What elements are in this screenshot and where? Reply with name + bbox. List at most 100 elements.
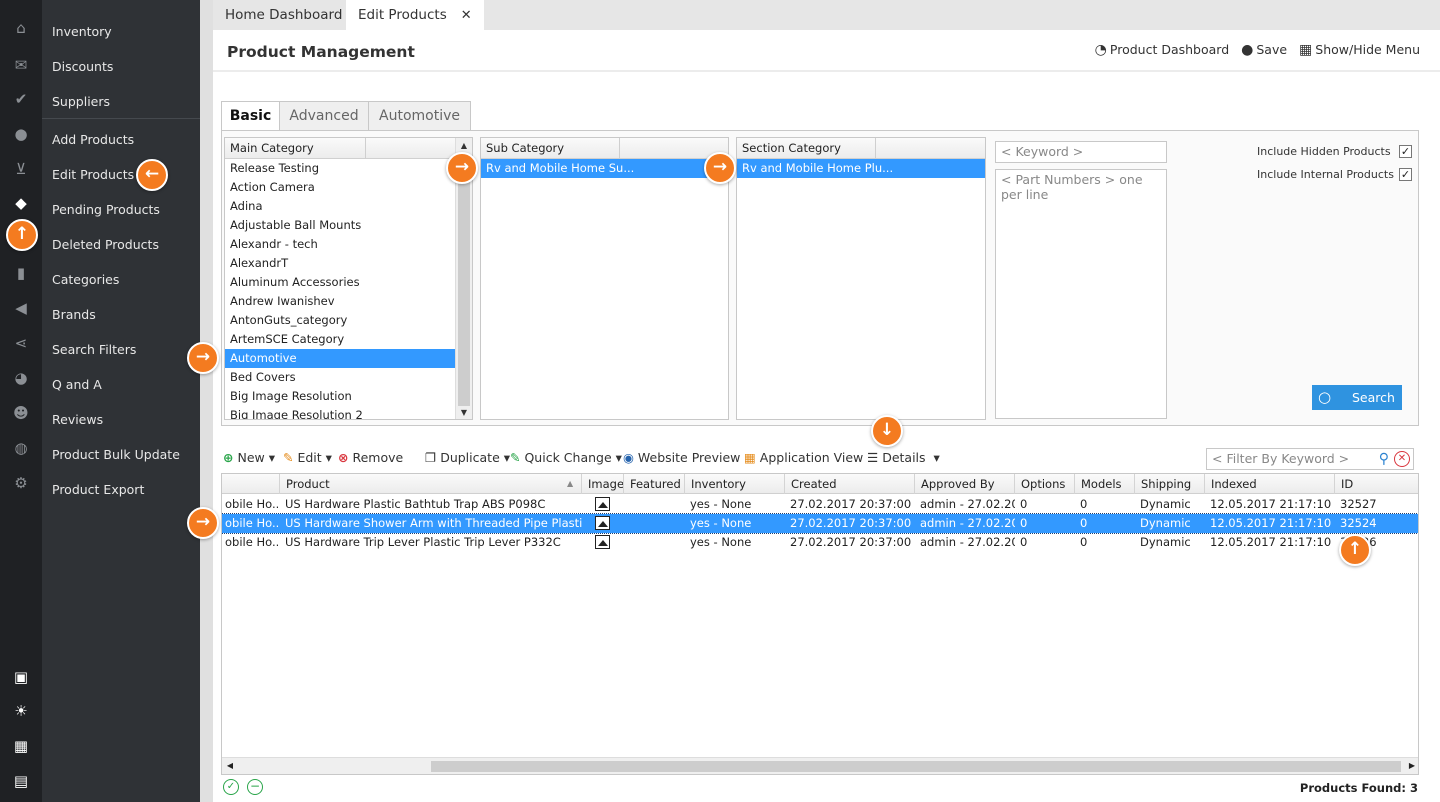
column-header[interactable]: Image — [582, 474, 624, 494]
megaphone-icon[interactable]: ◀ — [11, 298, 31, 318]
list-item[interactable]: Big Image Resolution — [225, 387, 456, 406]
list-item[interactable]: Adina — [225, 197, 456, 216]
calculator-icon[interactable]: ▦ — [11, 736, 31, 756]
list-item[interactable]: Action Camera — [225, 178, 456, 197]
sub-category-list[interactable]: Sub Category Rv and Mobile Home Su... — [480, 137, 729, 420]
sidebar-item-product-export[interactable]: Product Export — [42, 472, 200, 507]
sidebar-item-reviews[interactable]: Reviews — [42, 402, 200, 437]
scroll-right-icon[interactable]: ▶ — [1404, 758, 1418, 774]
clear-icon[interactable]: ✕ — [1394, 451, 1410, 467]
scroll-down-icon[interactable]: ▼ — [456, 405, 472, 419]
list-item[interactable]: Rv and Mobile Home Plu... — [737, 159, 985, 178]
new-button[interactable]: ⊕ New ▾ — [223, 448, 275, 468]
checklist-icon[interactable]: ✔ — [11, 89, 31, 109]
close-icon[interactable]: ✕ — [461, 8, 472, 23]
list-item[interactable]: Rv and Mobile Home Su... — [481, 159, 728, 178]
sidebar-item-brands[interactable]: Brands — [42, 297, 200, 332]
table-row[interactable]: obile Ho... US Hardware Plastic Bathtub T… — [222, 495, 1418, 514]
save-button[interactable]: Save — [1256, 42, 1287, 57]
application-view-button[interactable]: ▦ Application View — [744, 448, 863, 468]
column-header[interactable]: Created — [785, 474, 915, 494]
part-numbers-input[interactable]: < Part Numbers > one per line — [995, 169, 1167, 419]
column-header[interactable]: Options — [1015, 474, 1075, 494]
user-icon[interactable]: ● — [11, 124, 31, 144]
users-icon[interactable]: ☻ — [11, 403, 31, 423]
list-item[interactable]: AntonGuts_category — [225, 311, 456, 330]
column-header[interactable]: Indexed — [1205, 474, 1335, 494]
calendar-icon[interactable]: ▤ — [11, 771, 31, 791]
column-header[interactable]: Models — [1075, 474, 1135, 494]
sidebar-item-discounts[interactable]: Discounts — [42, 49, 200, 84]
duplicate-button[interactable]: ❐ Duplicate ▾ — [425, 448, 510, 468]
check-icon[interactable]: ✓ — [1399, 168, 1412, 181]
list-item[interactable]: Aluminum Accessories — [225, 273, 456, 292]
column-header[interactable]: Inventory — [685, 474, 785, 494]
image-icon[interactable] — [595, 497, 610, 511]
website-preview-button[interactable]: ◉ Website Preview — [623, 448, 740, 468]
search-icon[interactable]: ⚲ — [1379, 449, 1389, 469]
column-header[interactable]: Featured — [624, 474, 685, 494]
column-header[interactable]: ID — [1335, 474, 1418, 494]
list-item[interactable]: AlexandrT — [225, 254, 456, 273]
section-category-list[interactable]: Section Category Rv and Mobile Home Plu.… — [736, 137, 986, 420]
mail-icon[interactable]: ✉ — [11, 55, 31, 75]
scroll-thumb[interactable] — [458, 156, 470, 406]
lightbulb-icon[interactable]: ☀ — [11, 701, 31, 721]
product-dashboard-link[interactable]: Product Dashboard — [1110, 42, 1229, 57]
minus-circle-icon[interactable]: − — [247, 779, 263, 795]
include-internal-checkbox[interactable]: Include Internal Products ✓ — [1257, 168, 1412, 181]
edit-button[interactable]: ✎ Edit ▾ — [283, 448, 332, 468]
column-header[interactable]: Product — [280, 474, 582, 494]
list-item[interactable]: ArtemSCE Category — [225, 330, 456, 349]
keyword-input[interactable]: < Keyword > — [995, 141, 1167, 163]
details-button[interactable]: ☰ Details ▾ — [867, 448, 940, 468]
list-item[interactable]: Bed Covers — [225, 368, 456, 387]
remove-button[interactable]: ⊗ Remove — [338, 448, 403, 468]
tab-edit-products[interactable]: Edit Products ✕ — [346, 0, 484, 30]
sidebar-item-deleted-products[interactable]: Deleted Products — [42, 227, 200, 262]
tag-icon[interactable]: ◆ — [11, 193, 31, 213]
table-row[interactable]: obile Ho... US Hardware Shower Arm with T… — [222, 513, 1418, 534]
sidebar-item-add-products[interactable]: Add Products — [42, 122, 200, 157]
sidebar-item-categories[interactable]: Categories — [42, 262, 200, 297]
image-icon[interactable] — [595, 535, 610, 549]
include-hidden-checkbox[interactable]: Include Hidden Products ✓ — [1257, 145, 1412, 158]
tab-basic[interactable]: Basic — [221, 101, 280, 131]
search-button[interactable]: ○ Search — [1312, 385, 1402, 410]
layout-icon[interactable]: ▣ — [11, 667, 31, 687]
cart-icon[interactable]: ⊻ — [11, 159, 31, 179]
list-item[interactable]: Adjustable Ball Mounts — [225, 216, 456, 235]
check-circle-icon[interactable]: ✓ — [223, 779, 239, 795]
show-hide-menu-button[interactable]: Show/Hide Menu — [1315, 42, 1420, 57]
pie-icon[interactable]: ◕ — [11, 368, 31, 388]
column-header[interactable]: Shipping — [1135, 474, 1205, 494]
column-header[interactable]: Approved By — [915, 474, 1015, 494]
tab-advanced[interactable]: Advanced — [279, 101, 369, 131]
horizontal-scrollbar[interactable]: ◀ ▶ — [222, 757, 1418, 774]
sidebar-item-q-and-a[interactable]: Q and A — [42, 367, 200, 402]
home-icon[interactable]: ⌂ — [11, 18, 31, 38]
quick-change-button[interactable]: ✎ Quick Change ▾ — [510, 448, 622, 468]
table-row[interactable]: obile Ho... US Hardware Trip Lever Plasti… — [222, 533, 1418, 552]
sidebar-item-product-bulk-update[interactable]: Product Bulk Update — [42, 437, 200, 472]
share-icon[interactable]: ⋖ — [11, 333, 31, 353]
sidebar-item-pending-products[interactable]: Pending Products — [42, 192, 200, 227]
column-header[interactable] — [222, 474, 280, 494]
scroll-left-icon[interactable]: ◀ — [222, 758, 238, 774]
list-item[interactable]: Alexandr - tech — [225, 235, 456, 254]
image-icon[interactable] — [595, 516, 610, 530]
chart-icon[interactable]: ▮ — [11, 263, 31, 283]
check-icon[interactable]: ✓ — [1399, 145, 1412, 158]
settings-icon[interactable]: ⚙ — [11, 473, 31, 493]
list-item[interactable]: Automotive — [225, 349, 456, 368]
sidebar-item-edit-products[interactable]: Edit Products — [42, 157, 200, 192]
list-item[interactable]: Big Image Resolution 2 — [225, 406, 456, 419]
globe-icon[interactable]: ◍ — [11, 438, 31, 458]
tab-home-dashboard[interactable]: Home Dashboard — [213, 0, 354, 30]
scroll-thumb[interactable] — [431, 761, 1401, 772]
main-category-list[interactable]: Main Category Release Testing Action Came… — [224, 137, 473, 420]
tab-automotive[interactable]: Automotive — [368, 101, 471, 131]
sidebar-item-suppliers[interactable]: Suppliers — [42, 84, 200, 119]
filter-keyword-input[interactable]: < Filter By Keyword > ⚲ ✕ — [1206, 448, 1414, 470]
list-item[interactable]: Release Testing — [225, 159, 456, 178]
